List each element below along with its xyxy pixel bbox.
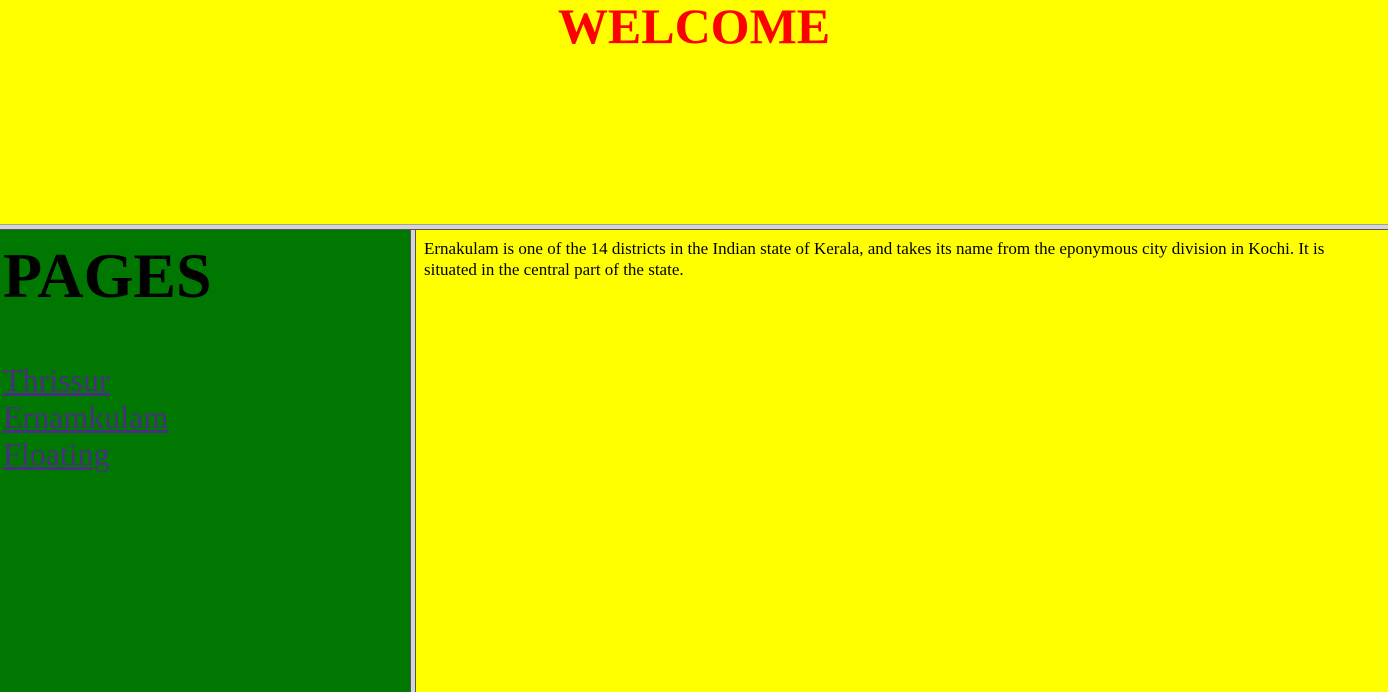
sidebar-heading: PAGES bbox=[3, 240, 212, 311]
nav-link-ernamkulam[interactable]: Ernamkulam bbox=[3, 399, 168, 436]
page-title: WELCOME bbox=[557, 0, 831, 54]
nav-link-thrissur[interactable]: Thrissur bbox=[3, 362, 110, 399]
sidebar-frame: PAGES Thrissur Ernamkulam Floating bbox=[0, 230, 410, 692]
content-frame: Ernakulam is one of the 14 districts in … bbox=[416, 230, 1388, 692]
sidebar-nav: Thrissur Ernamkulam Floating bbox=[3, 362, 410, 473]
top-frame: WELCOME bbox=[0, 0, 1388, 224]
frameset: WELCOME PAGES Thrissur Ernamkulam Floati… bbox=[0, 0, 1388, 692]
content-paragraph: Ernakulam is one of the 14 districts in … bbox=[424, 239, 1325, 279]
nav-link-floating[interactable]: Floating bbox=[3, 436, 110, 473]
